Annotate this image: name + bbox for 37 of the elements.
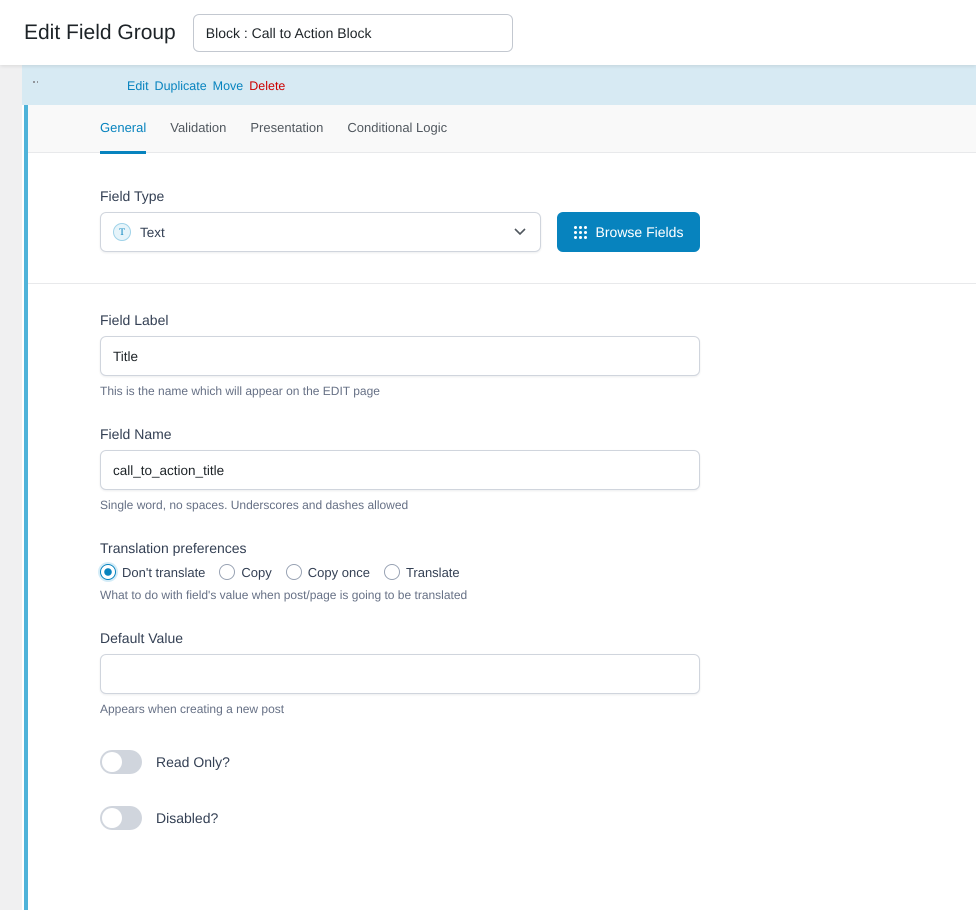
browse-fields-button[interactable]: Browse Fields [557,212,700,252]
page-title: Edit Field Group [24,20,176,44]
field-type-select[interactable]: T Text [100,212,541,252]
translation-label: Translation preferences [100,540,248,556]
field-label-label: Field Label [100,312,170,328]
hint-text: Single word, no spaces. Underscores and dashes allowed [100,498,410,512]
radio-button[interactable] [384,564,400,580]
field-label-input[interactable]: Title [100,336,700,376]
field-type-label: Field Type [100,188,166,204]
radio-button[interactable] [100,564,116,580]
settings-tab[interactable]: Validation [170,105,226,154]
chevron-down-icon [514,228,526,236]
radio-label[interactable]: Copy once [308,564,370,580]
default-value-input[interactable] [100,654,700,694]
row-action-link[interactable]: Delete [249,79,286,93]
radio-label[interactable]: Copy [241,564,272,580]
settings-tab[interactable]: Presentation [250,105,324,154]
settings-tab[interactable]: Conditional Logic [347,105,448,154]
field-name-input[interactable]: call_to_action_title [100,450,700,490]
drag-handle-icon[interactable] [32,80,38,84]
hint-text: This is the name which will appear on the EDIT page [100,384,381,398]
toggle-switch[interactable] [100,806,142,830]
radio-button[interactable] [286,564,302,580]
group-title-field[interactable]: Block : Call to Action Block [192,14,513,52]
toggle-label: Disabled? [156,810,218,826]
hint-text: Appears when creating a new post [100,702,286,716]
grid-icon [574,226,587,238]
radio-label[interactable]: Don't translate [122,564,206,580]
hint-text: What to do with field's value when post/page is going to be translated [100,588,468,602]
text-type-icon: T [113,223,131,241]
field-name-label: Field Name [100,426,173,442]
settings-tab[interactable]: General [100,105,146,154]
radio-button[interactable] [219,564,236,580]
toggle-switch[interactable] [100,750,142,774]
radio-label[interactable]: Translate [406,564,460,580]
toggle-label: Read Only? [156,754,230,770]
default-value-label: Default Value [100,630,184,646]
